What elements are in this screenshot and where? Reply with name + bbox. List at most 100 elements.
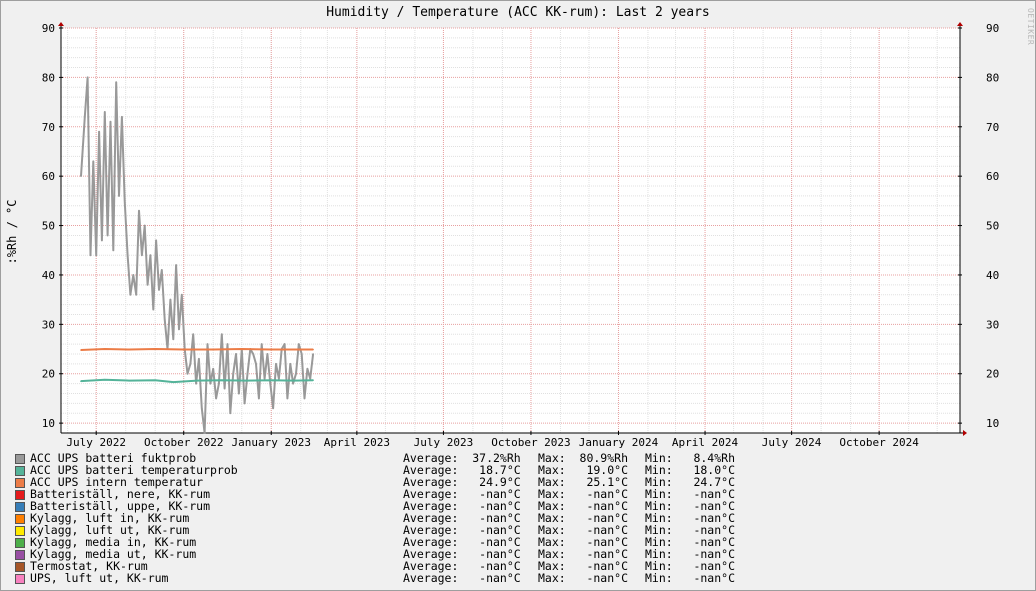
y-tick-label-right: 80	[986, 71, 999, 84]
data-point	[258, 397, 260, 400]
data-point	[192, 333, 195, 336]
data-point	[182, 348, 185, 351]
legend-swatch	[15, 478, 25, 488]
data-point	[181, 293, 183, 296]
y-tick-label-right: 90	[986, 22, 999, 35]
data-point	[275, 363, 277, 365]
data-point	[163, 318, 166, 321]
data-point	[158, 288, 160, 291]
data-point	[103, 378, 106, 381]
y-tick-label-right: 20	[986, 368, 999, 381]
data-point	[155, 239, 157, 242]
y-tick-label-right: 30	[986, 318, 999, 331]
data-point	[293, 379, 295, 382]
data-point	[223, 387, 226, 390]
data-point	[203, 432, 206, 434]
data-point	[272, 407, 274, 410]
data-point	[149, 254, 152, 256]
data-point	[146, 284, 149, 286]
data-point	[312, 348, 314, 351]
data-point	[172, 381, 175, 383]
data-point	[289, 363, 292, 365]
data-point	[303, 397, 306, 400]
data-point	[161, 269, 163, 271]
data-point	[252, 353, 254, 355]
data-point	[83, 116, 86, 118]
data-point	[80, 380, 82, 382]
data-point	[138, 209, 140, 212]
x-tick-label: October 2024	[839, 436, 919, 449]
data-point	[198, 358, 200, 360]
data-point	[206, 343, 209, 345]
data-point	[240, 348, 243, 350]
data-point	[189, 363, 192, 365]
data-point	[212, 348, 215, 351]
legend-swatch	[15, 550, 25, 560]
data-point	[263, 377, 266, 380]
data-point	[103, 111, 106, 113]
y-tick-label-right: 40	[986, 269, 999, 282]
y-tick-label-right: 60	[986, 170, 999, 183]
data-point	[154, 379, 156, 381]
legend-swatch	[15, 502, 25, 512]
data-point	[286, 397, 289, 400]
data-point	[128, 379, 131, 382]
legend-swatch	[15, 466, 25, 476]
y-tick-label: 40	[42, 269, 55, 282]
y-tick-label: 70	[42, 121, 55, 134]
data-point	[141, 254, 143, 256]
legend-average: Average: -nan°C	[403, 571, 521, 585]
data-point	[283, 343, 286, 345]
data-point	[89, 254, 92, 256]
y-axis-arrow-left	[58, 22, 64, 26]
y-tick-label: 90	[42, 22, 55, 35]
data-point	[128, 348, 131, 351]
x-tick-label: January 2023	[232, 436, 311, 449]
y-tick-label-right: 10	[986, 417, 999, 430]
y-tick-label: 30	[42, 318, 55, 331]
x-tick-label: July 2022	[66, 436, 126, 449]
y-tick-label-right: 50	[986, 220, 999, 233]
data-point	[80, 175, 82, 177]
y-tick-label: 10	[42, 417, 55, 430]
data-point	[300, 353, 303, 355]
data-point	[186, 372, 189, 375]
data-point	[106, 234, 109, 237]
data-point	[295, 372, 297, 375]
data-point	[121, 116, 123, 118]
legend-swatch	[15, 454, 25, 464]
data-point	[298, 343, 300, 345]
data-point	[135, 293, 137, 296]
data-point	[266, 353, 269, 355]
data-point	[243, 402, 246, 405]
x-tick-label: October 2022	[144, 436, 223, 449]
data-point	[118, 195, 120, 197]
data-point	[152, 308, 155, 311]
y-tick-label-right: 70	[986, 121, 999, 134]
data-point	[123, 200, 126, 202]
data-point	[196, 379, 198, 382]
y-axis-arrow-right	[957, 22, 963, 26]
data-point	[200, 407, 203, 410]
y-tick-label: 60	[42, 170, 55, 183]
data-point	[178, 328, 180, 331]
data-point	[126, 254, 129, 256]
data-point	[172, 338, 175, 340]
data-point	[306, 367, 309, 370]
data-point	[154, 348, 156, 350]
data-point	[312, 353, 314, 355]
data-point	[246, 372, 249, 375]
data-point	[238, 392, 240, 395]
data-point	[270, 379, 273, 381]
data-point	[115, 81, 117, 84]
legend-swatch	[15, 538, 25, 548]
data-point	[220, 333, 223, 336]
legend-swatch	[15, 490, 25, 500]
x-tick-label: October 2023	[491, 436, 570, 449]
data-point	[232, 372, 234, 375]
data-point	[260, 343, 263, 345]
data-point	[132, 274, 135, 276]
data-point	[212, 367, 215, 370]
data-point	[215, 397, 217, 400]
legend-swatch	[15, 574, 25, 584]
